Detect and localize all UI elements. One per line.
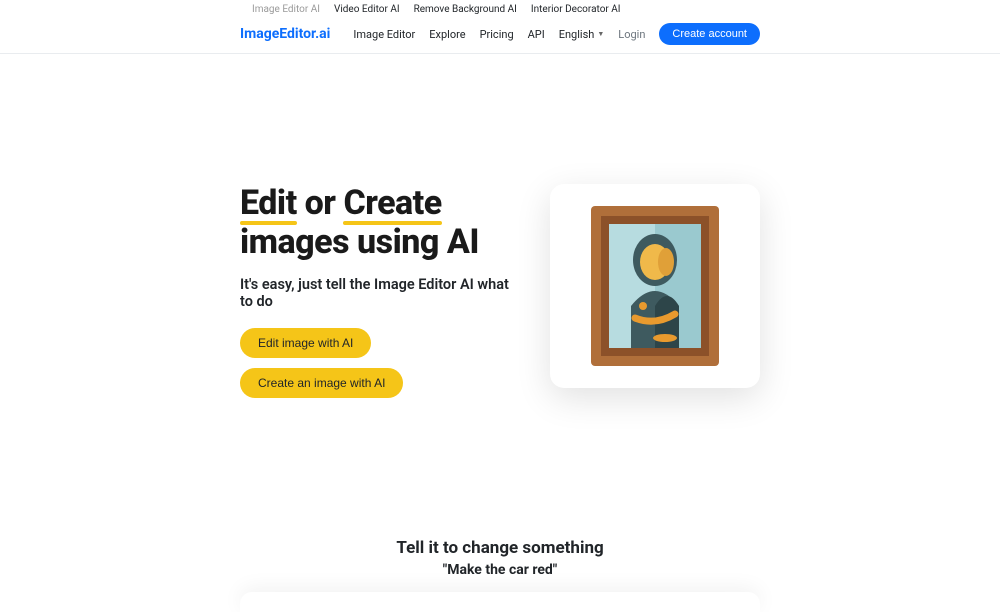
nav-api[interactable]: API	[528, 28, 545, 41]
hero-section: Edit or Create images using AI It's easy…	[0, 54, 1000, 398]
language-dropdown[interactable]: English ▼	[559, 28, 605, 41]
hero-title: Edit or Create images using AI	[240, 184, 510, 262]
chevron-down-icon: ▼	[597, 30, 604, 38]
hero-image-card	[550, 184, 760, 388]
create-image-button[interactable]: Create an image with AI	[240, 368, 403, 398]
tell-it-section: Tell it to change something "Make the ca…	[0, 398, 1000, 612]
top-product-links: Image Editor AI Video Editor AI Remove B…	[0, 0, 1000, 19]
hero-title-rest: images using AI	[240, 222, 479, 262]
top-link-interior-decorator-ai[interactable]: Interior Decorator AI	[531, 4, 621, 15]
top-link-video-editor-ai[interactable]: Video Editor AI	[334, 4, 400, 15]
nav-explore[interactable]: Explore	[429, 28, 465, 41]
mona-lisa-icon	[591, 206, 719, 366]
language-label: English	[559, 28, 595, 41]
hero-right	[550, 184, 760, 398]
section2-title: Tell it to change something	[0, 538, 1000, 558]
edit-image-button[interactable]: Edit image with AI	[240, 328, 371, 358]
section2-quote: "Make the car red"	[0, 562, 1000, 578]
brand-logo[interactable]: ImageEditor.ai	[240, 26, 330, 42]
hero-title-or: or	[297, 183, 344, 223]
section2-card	[240, 592, 760, 612]
hero-title-edit: Edit	[240, 184, 297, 223]
login-link[interactable]: Login	[618, 28, 645, 41]
navbar: ImageEditor.ai Image Editor Explore Pric…	[0, 19, 1000, 54]
nav-image-editor[interactable]: Image Editor	[353, 28, 415, 41]
create-account-button[interactable]: Create account	[659, 23, 760, 45]
nav-pricing[interactable]: Pricing	[480, 28, 514, 41]
cta-group: Edit image with AI Create an image with …	[240, 328, 510, 398]
top-link-image-editor-ai[interactable]: Image Editor AI	[252, 4, 320, 15]
hero-left: Edit or Create images using AI It's easy…	[240, 184, 510, 398]
nav-right: Image Editor Explore Pricing API English…	[353, 23, 760, 45]
hero-subtitle: It's easy, just tell the Image Editor AI…	[240, 276, 510, 310]
hero-title-create: Create	[343, 184, 441, 223]
top-link-remove-background-ai[interactable]: Remove Background AI	[414, 4, 517, 15]
